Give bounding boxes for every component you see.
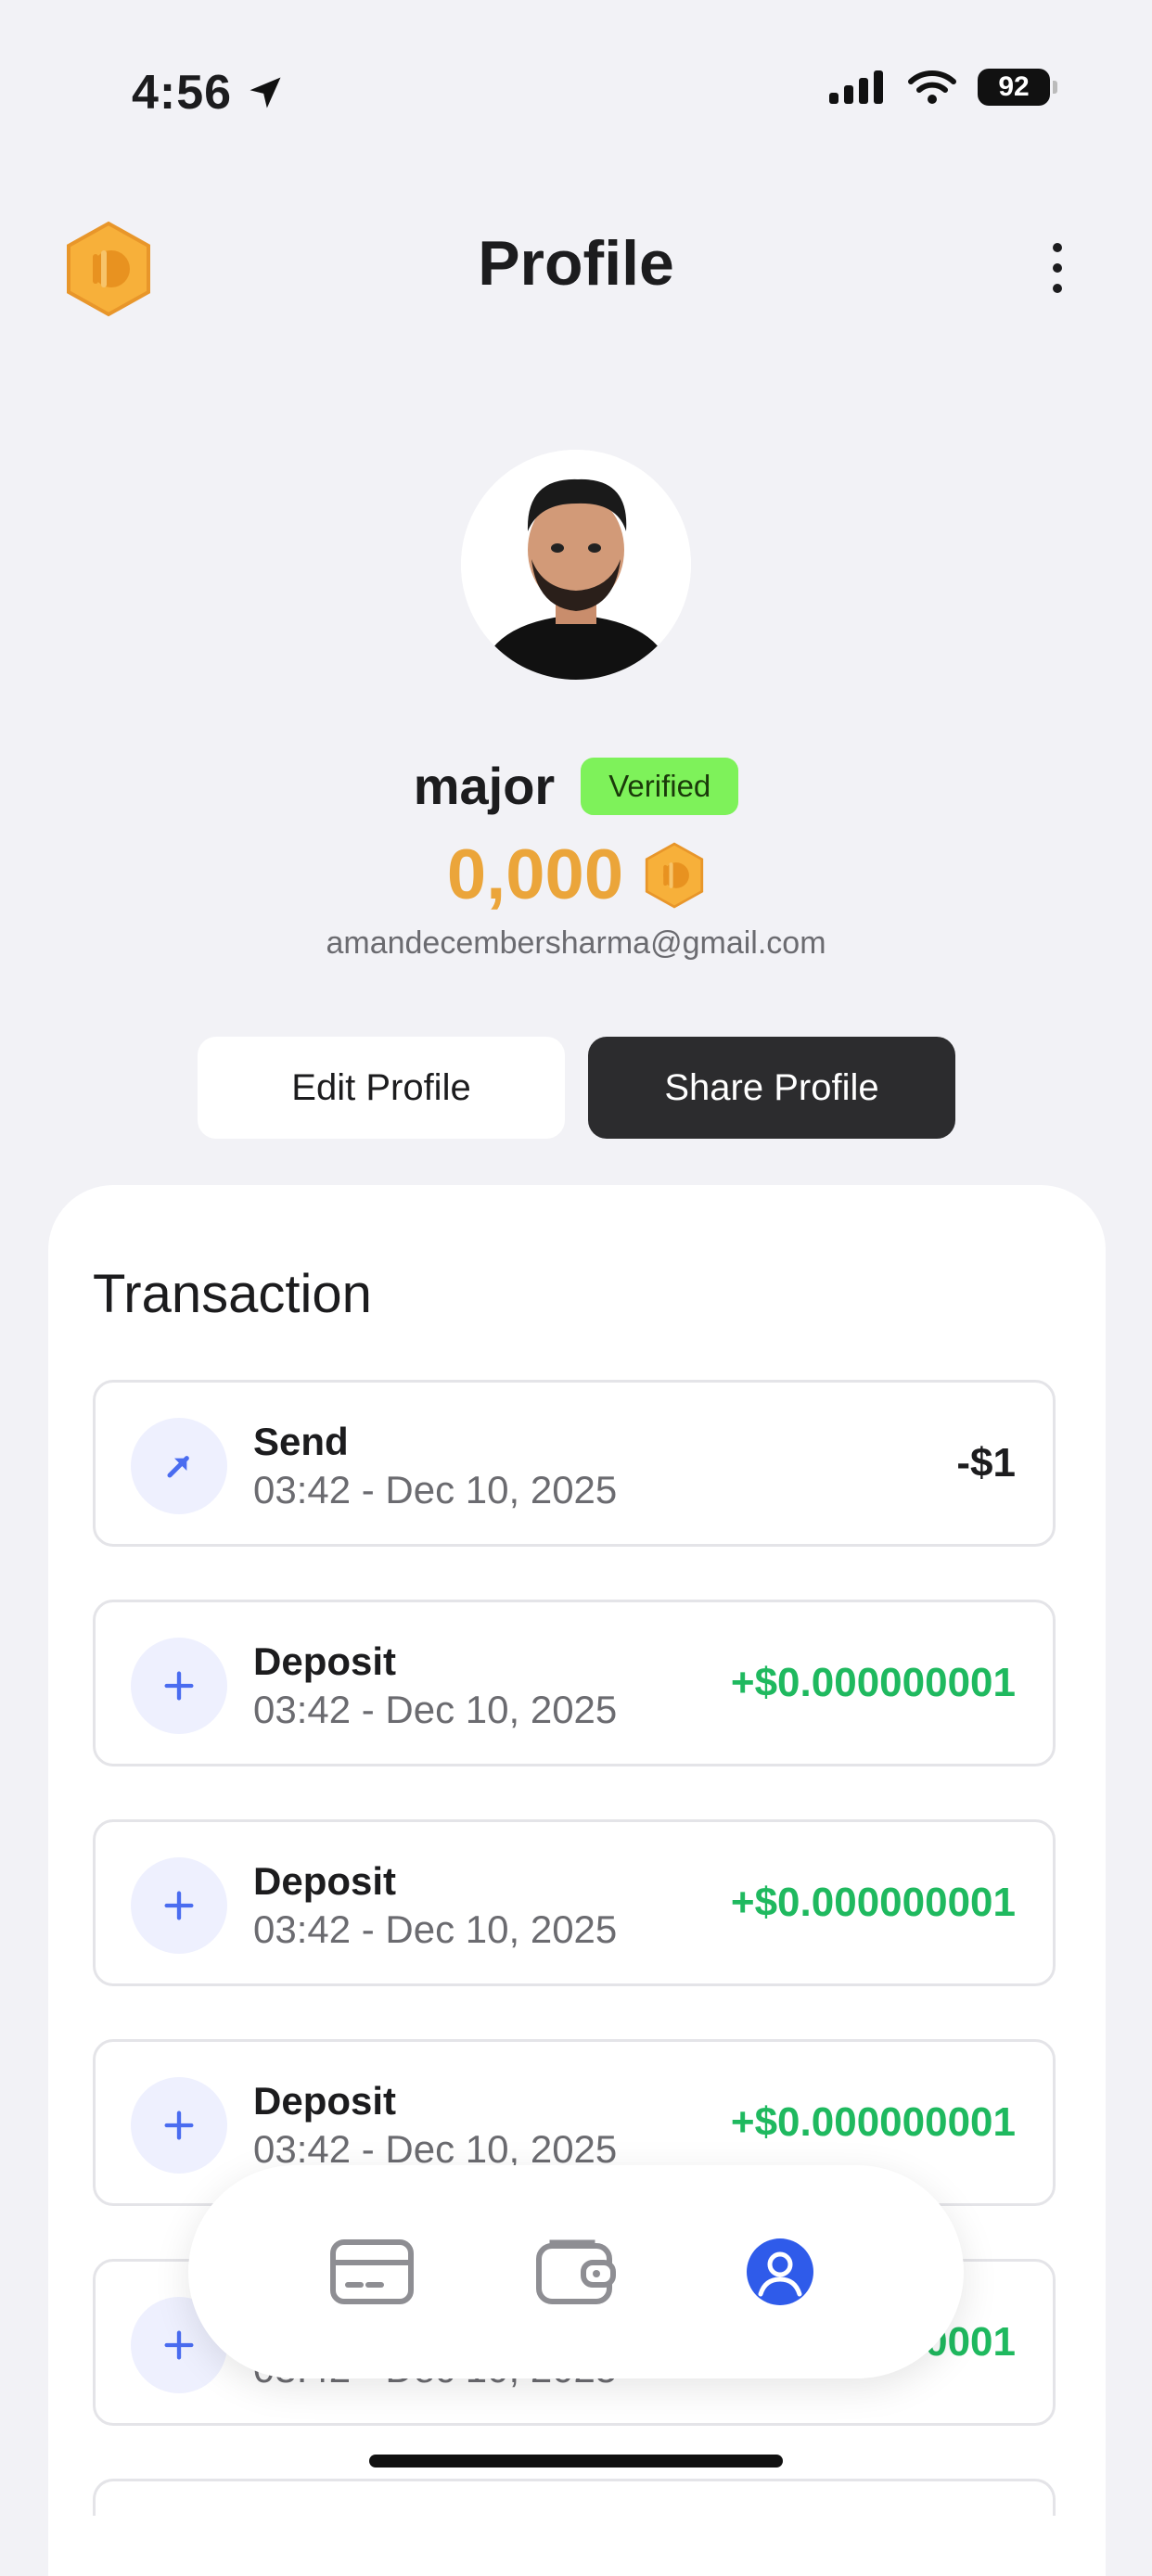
status-indicators: 92 xyxy=(829,69,1057,106)
status-time: 4:56 xyxy=(132,65,286,121)
profile-name-row: major Verified xyxy=(0,756,1152,816)
status-time-text: 4:56 xyxy=(132,66,233,120)
tab-profile[interactable] xyxy=(729,2221,831,2323)
battery-indicator: 92 xyxy=(978,69,1057,106)
avatar xyxy=(461,450,691,680)
profile-icon xyxy=(747,2238,813,2305)
plus-icon xyxy=(131,1638,227,1734)
page-title: Profile xyxy=(478,228,674,299)
username: major xyxy=(413,757,556,815)
transaction-amount: +$0.000000001 xyxy=(730,2099,1016,2145)
tab-wallet[interactable] xyxy=(525,2221,627,2323)
balance-row: 0,000 xyxy=(0,835,1152,915)
verified-badge: Verified xyxy=(581,757,739,815)
transaction-time: 03:42 - Dec 10, 2025 xyxy=(253,1688,618,1731)
transaction-amount: +$0.000000001 xyxy=(730,1660,1016,1705)
transaction-amount: -$1 xyxy=(956,1440,1016,1486)
wallet-icon xyxy=(536,2239,616,2304)
coin-balance: 0,000 xyxy=(446,835,624,914)
transaction-type: Deposit xyxy=(253,1639,397,1683)
transaction-type: Send xyxy=(253,1420,349,1463)
plus-icon xyxy=(131,2077,227,2174)
transaction-item[interactable]: Send 03:42 - Dec 10, 2025 -$1 xyxy=(93,1380,1056,1547)
tab-cards[interactable] xyxy=(321,2221,423,2323)
transaction-item[interactable]: Deposit 03:42 - Dec 10, 2025 +$0.0000000… xyxy=(93,1819,1056,1986)
email-address: amandecembersharma@gmail.com xyxy=(326,925,826,961)
arrow-up-right-icon xyxy=(131,1418,227,1514)
home-indicator xyxy=(369,2455,783,2468)
coin-icon xyxy=(645,841,704,909)
transaction-time: 03:42 - Dec 10, 2025 xyxy=(253,1907,618,1951)
share-profile-button[interactable]: Share Profile xyxy=(588,1037,955,1139)
wifi-icon xyxy=(908,70,956,104)
signal-icon xyxy=(829,70,883,104)
transaction-type: Deposit xyxy=(253,1859,397,1903)
transaction-amount: +$0.000000001 xyxy=(730,1880,1016,1925)
transaction-type: Deposit xyxy=(253,2079,397,2123)
location-arrow-icon xyxy=(250,77,281,108)
transactions-title: Transaction xyxy=(93,1264,372,1324)
transaction-item[interactable]: Deposit 03:42 - Dec 10, 2025 +$0.0000000… xyxy=(93,1600,1056,1766)
transaction-time: 03:42 - Dec 10, 2025 xyxy=(253,1468,618,1511)
battery-level: 92 xyxy=(998,71,1030,102)
more-options-icon[interactable] xyxy=(1039,243,1076,293)
plus-icon xyxy=(131,1857,227,1954)
card-icon xyxy=(330,2239,414,2304)
transaction-item[interactable] xyxy=(93,2479,1056,2516)
edit-profile-button[interactable]: Edit Profile xyxy=(198,1037,565,1139)
bottom-tab-bar xyxy=(188,2165,964,2378)
